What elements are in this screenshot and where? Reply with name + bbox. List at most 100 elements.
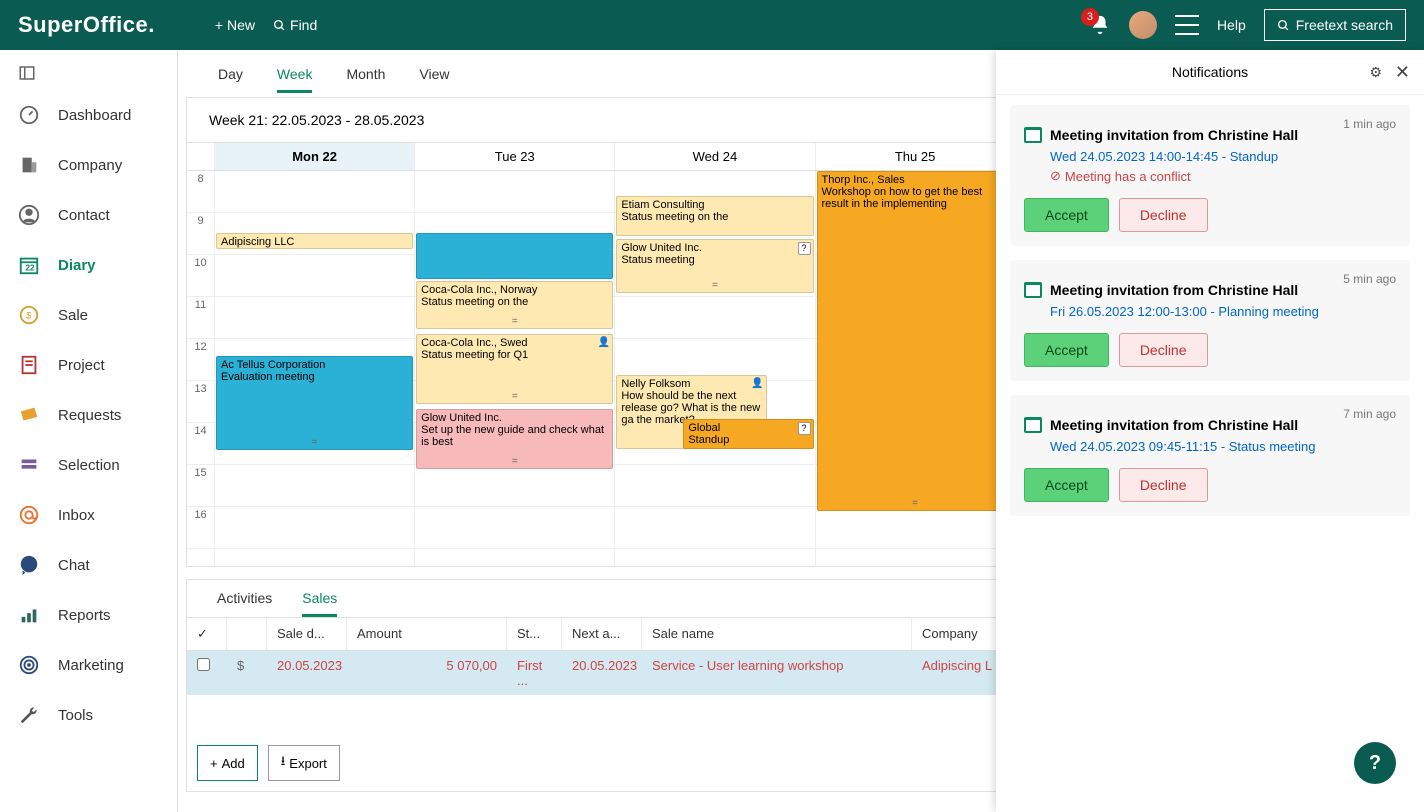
sidebar-item-label: Reports [58,607,111,624]
sidebar-item-reports[interactable]: Reports [0,590,177,640]
search-icon [1277,19,1290,32]
sidebar-item-diary[interactable]: 22 Diary [0,240,177,290]
sidebar-item-label: Diary [58,257,96,274]
event-blank[interactable] [416,233,613,279]
building-icon [18,154,40,176]
tab-sales[interactable]: Sales [302,590,337,617]
sidebar-item-dashboard[interactable]: Dashboard [0,90,177,140]
target-icon [18,654,40,676]
event-glow[interactable]: Glow United Inc. Set up the new guide an… [416,409,613,469]
cell-status: First ... [507,651,562,695]
event-cocacola-norway[interactable]: Coca-Cola Inc., Norway Status meeting on… [416,281,613,329]
question-mark-icon[interactable]: ? [798,242,811,255]
notification-subtitle[interactable]: Fri 26.05.2023 12:00-13:00 - Planning me… [1050,304,1396,319]
day-col-mon[interactable]: Adipiscing LLC Ac Tellus Corporation Eva… [214,171,414,566]
sidebar-item-marketing[interactable]: Marketing [0,640,177,690]
ticket-icon [18,404,40,426]
calendar-icon [1024,127,1042,143]
event-standup[interactable]: Global Standup ? [683,419,813,449]
day-col-thu[interactable]: Thorp Inc., Sales Workshop on how to get… [815,171,1015,566]
gear-icon[interactable]: ⚙ [1369,64,1382,81]
day-col-tue[interactable]: Coca-Cola Inc., Norway Status meeting on… [414,171,614,566]
contact-icon [18,204,40,226]
day-header-thu[interactable]: Thu 25 [815,143,1015,170]
sidebar-item-label: Inbox [58,507,95,524]
sidebar-item-project[interactable]: Project [0,340,177,390]
sidebar-item-company[interactable]: Company [0,140,177,190]
question-mark-icon[interactable]: ? [798,422,811,435]
col-name[interactable]: Sale name [642,618,912,650]
hour-label: 16 [187,507,214,549]
notification-item: 1 min ago Meeting invitation from Christ… [1010,105,1410,246]
day-header-tue[interactable]: Tue 23 [414,143,614,170]
tab-day[interactable]: Day [218,66,243,93]
clipboard-icon [18,354,40,376]
person-icon: 👤 [751,378,763,389]
warn-text: Meeting has a conflict [1065,169,1191,184]
accept-button[interactable]: Accept [1024,333,1109,367]
accept-button[interactable]: Accept [1024,198,1109,232]
chart-icon [18,604,40,626]
resize-handle[interactable]: = [912,498,918,509]
notification-badge: 3 [1081,8,1099,26]
resize-handle[interactable]: = [512,456,518,467]
export-button[interactable]: ⭳ Export [268,745,340,781]
col-next[interactable]: Next a... [562,618,642,650]
notifications-button[interactable]: 3 [1089,14,1111,36]
dollar-icon: $ [227,651,267,695]
resize-handle[interactable]: = [512,391,518,402]
sidebar-item-tools[interactable]: Tools [0,690,177,740]
notification-subtitle[interactable]: Wed 24.05.2023 09:45-11:15 - Status meet… [1050,439,1396,454]
tab-view[interactable]: View [419,66,449,93]
col-date[interactable]: Sale d... [267,618,347,650]
resize-handle[interactable]: = [312,437,318,448]
sidebar-item-inbox[interactable]: Inbox [0,490,177,540]
accept-button[interactable]: Accept [1024,468,1109,502]
event-desc: Status meeting [621,254,808,266]
decline-button[interactable]: Decline [1119,468,1208,502]
tab-activities[interactable]: Activities [217,590,272,617]
close-icon[interactable]: ✕ [1395,62,1410,83]
sidebar-item-label: Tools [58,707,93,724]
sidebar-item-selection[interactable]: Selection [0,440,177,490]
sidebar-item-requests[interactable]: Requests [0,390,177,440]
sidebar-item-sale[interactable]: $ Sale [0,290,177,340]
add-button[interactable]: + Add [197,745,258,781]
col-status[interactable]: St... [507,618,562,650]
event-glow-wed[interactable]: Glow United Inc. Status meeting ? = [616,239,813,293]
find-button[interactable]: Find [273,17,317,33]
event-desc: Status meeting on the [421,296,608,308]
event-thorp[interactable]: Thorp Inc., Sales Workshop on how to get… [817,171,1014,511]
event-cocacola-sweden[interactable]: Coca-Cola Inc., Swed Status meeting for … [416,334,613,404]
event-adipiscing[interactable]: Adipiscing LLC [216,233,413,249]
new-label: New [227,17,255,33]
day-header-mon[interactable]: Mon 22 [214,143,414,170]
event-actellus[interactable]: Ac Tellus Corporation Evaluation meeting… [216,356,413,450]
help-fab[interactable]: ? [1354,742,1396,784]
resize-handle[interactable]: = [712,280,718,291]
new-button[interactable]: + New [215,17,255,33]
decline-button[interactable]: Decline [1119,198,1208,232]
sidebar-collapse[interactable] [0,56,177,90]
tab-month[interactable]: Month [346,66,385,93]
col-check[interactable]: ✓ [187,618,227,650]
help-link[interactable]: Help [1217,17,1246,33]
tab-week[interactable]: Week [277,66,313,93]
col-amount[interactable]: Amount [347,618,507,650]
chat-icon [18,554,40,576]
sidebar-item-chat[interactable]: Chat [0,540,177,590]
menu-button[interactable] [1175,15,1199,35]
day-col-wed[interactable]: Etiam Consulting Status meeting on the G… [614,171,814,566]
notification-subtitle[interactable]: Wed 24.05.2023 14:00-14:45 - Standup [1050,149,1396,164]
freetext-search[interactable]: Freetext search [1264,9,1406,41]
sidebar-item-label: Company [58,157,122,174]
sidebar-item-contact[interactable]: Contact [0,190,177,240]
avatar[interactable] [1129,11,1157,39]
cell-name: Service - User learning workshop [642,651,912,695]
row-checkbox[interactable] [197,658,210,671]
resize-handle[interactable]: = [512,316,518,327]
event-etiam[interactable]: Etiam Consulting Status meeting on the [616,196,813,236]
notifications-panel: Notifications ⚙ ✕ 1 min ago Meeting invi… [996,50,1424,812]
day-header-wed[interactable]: Wed 24 [614,143,814,170]
decline-button[interactable]: Decline [1119,333,1208,367]
